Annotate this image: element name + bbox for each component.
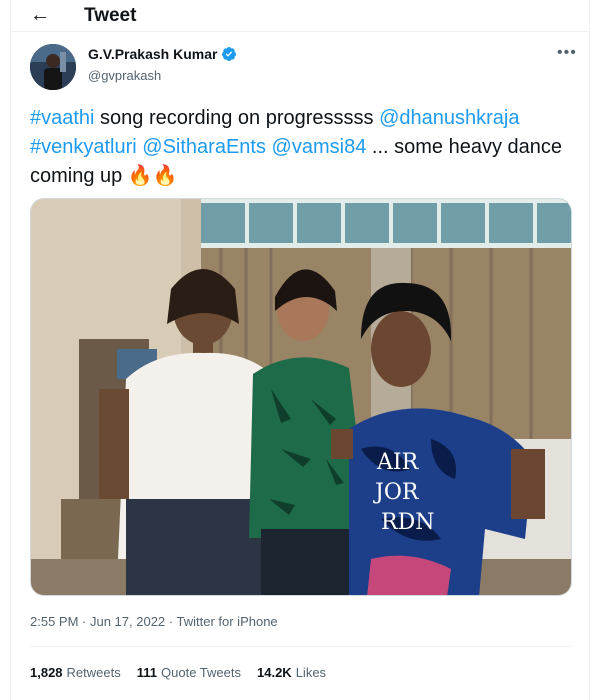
tweet-link[interactable]: #venkyatluri	[30, 136, 137, 158]
page-title: Tweet	[84, 5, 137, 26]
tweet-photo[interactable]: AIR JOR RDN	[30, 198, 572, 596]
avatar[interactable]	[30, 44, 76, 90]
author-handle[interactable]: @gvprakash	[88, 68, 161, 83]
svg-text:JOR: JOR	[373, 480, 420, 505]
likes-label: Likes	[295, 665, 327, 680]
stats-divider	[30, 646, 572, 647]
tweet-link[interactable]: #vaathi	[30, 107, 95, 129]
author-name[interactable]: G.V.Prakash Kumar	[88, 46, 237, 62]
svg-text:AIR: AIR	[376, 450, 420, 475]
verified-badge-icon	[222, 47, 237, 61]
retweets-count: 1,828	[30, 665, 63, 680]
header-divider	[11, 31, 591, 32]
tweet-text-segment: song recording on progresssss	[94, 107, 380, 129]
tweet-link[interactable]: @SitharaEnts	[142, 136, 266, 158]
likes-stat[interactable]: 14.2K Likes	[257, 665, 326, 680]
tweet-text-segment: 🔥🔥	[127, 165, 178, 187]
photo-image: AIR JOR RDN	[31, 199, 571, 595]
tweet-link[interactable]: @dhanushkraja	[379, 107, 519, 129]
quote-tweets-stat[interactable]: 111 Quote Tweets	[137, 665, 241, 680]
quotes-count: 111	[136, 665, 158, 680]
likes-count: 14.2K	[257, 665, 292, 680]
tweet-metadata: 2:55 PM · Jun 17, 2022 · Twitter for iPh…	[30, 614, 278, 629]
arrow-left-icon[interactable]: ←	[29, 4, 51, 26]
tweet-page: ← Tweet G.V.Prakash Kumar @gvprakash •••…	[10, 0, 591, 700]
retweets-label: Retweets	[66, 665, 121, 680]
page-header: ← Tweet	[11, 0, 591, 30]
tweet-date[interactable]: Jun 17, 2022	[90, 614, 165, 629]
more-options-icon[interactable]: •••	[557, 44, 577, 62]
tweet-link[interactable]: @vamsi84	[272, 136, 367, 158]
tweet-time[interactable]: 2:55 PM	[30, 614, 78, 629]
author-name-text: G.V.Prakash Kumar	[88, 46, 218, 62]
tweet-text: #vaathi song recording on progresssss @d…	[30, 104, 575, 191]
quotes-label: Quote Tweets	[161, 665, 241, 680]
avatar-image	[30, 44, 76, 90]
tweet-stats: 1,828 Retweets 111 Quote Tweets 14.2K Likes	[30, 665, 326, 680]
meta-separator: ·	[165, 614, 177, 629]
retweets-stat[interactable]: 1,828 Retweets	[30, 665, 121, 680]
meta-separator: ·	[78, 614, 90, 629]
svg-text:RDN: RDN	[381, 510, 434, 535]
tweet-source[interactable]: Twitter for iPhone	[177, 614, 278, 629]
